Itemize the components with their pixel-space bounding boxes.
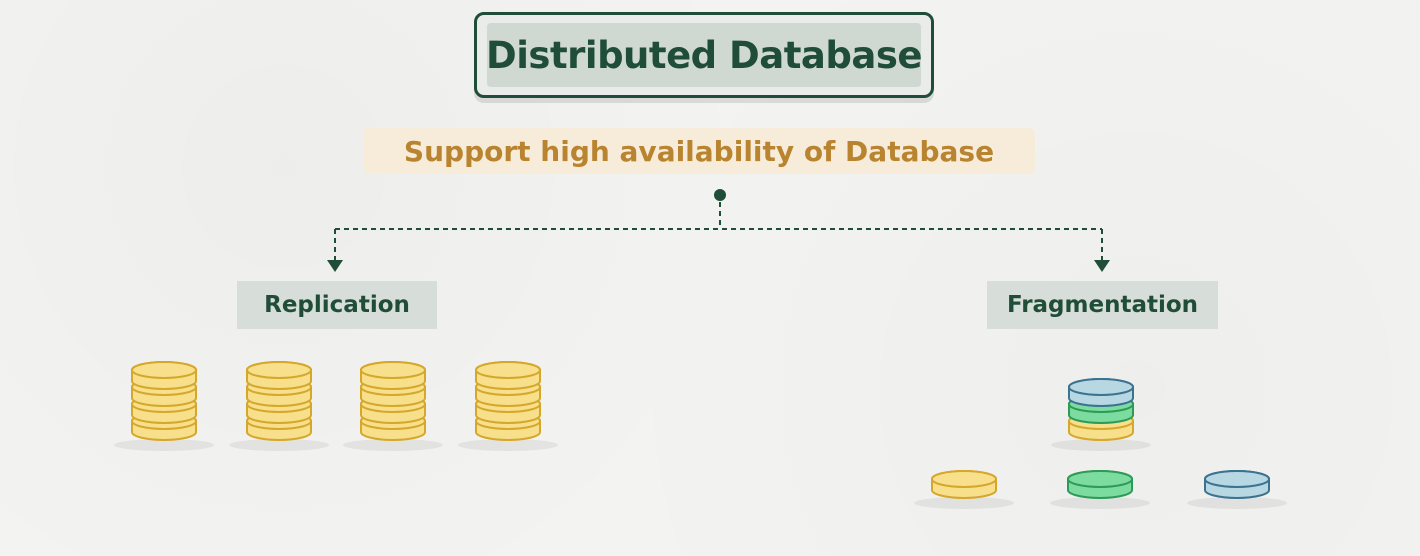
fragmentation-label: Fragmentation — [987, 281, 1218, 329]
database-fragment-icon — [931, 470, 997, 499]
replication-label: Replication — [237, 281, 437, 329]
database-icon — [475, 361, 541, 441]
disk-top — [246, 361, 312, 379]
database-icon — [1068, 378, 1134, 441]
arrow-down-icon — [327, 260, 343, 272]
database-icons — [114, 361, 1287, 509]
disk-top — [475, 361, 541, 379]
disk-top — [1068, 378, 1134, 396]
arrow-down-icon — [1094, 260, 1110, 272]
disk-top — [1067, 470, 1133, 488]
connector-lines — [327, 189, 1110, 272]
disk-top — [360, 361, 426, 379]
connector-origin-dot — [714, 189, 726, 201]
database-fragment-icon — [1067, 470, 1133, 499]
database-icon — [360, 361, 426, 441]
disk-top — [931, 470, 997, 488]
connector-and-database-graphic — [114, 189, 1287, 509]
disk-top — [131, 361, 197, 379]
database-fragment-icon — [1204, 470, 1270, 499]
disk-top — [1204, 470, 1270, 488]
database-icon — [131, 361, 197, 441]
database-icon — [246, 361, 312, 441]
